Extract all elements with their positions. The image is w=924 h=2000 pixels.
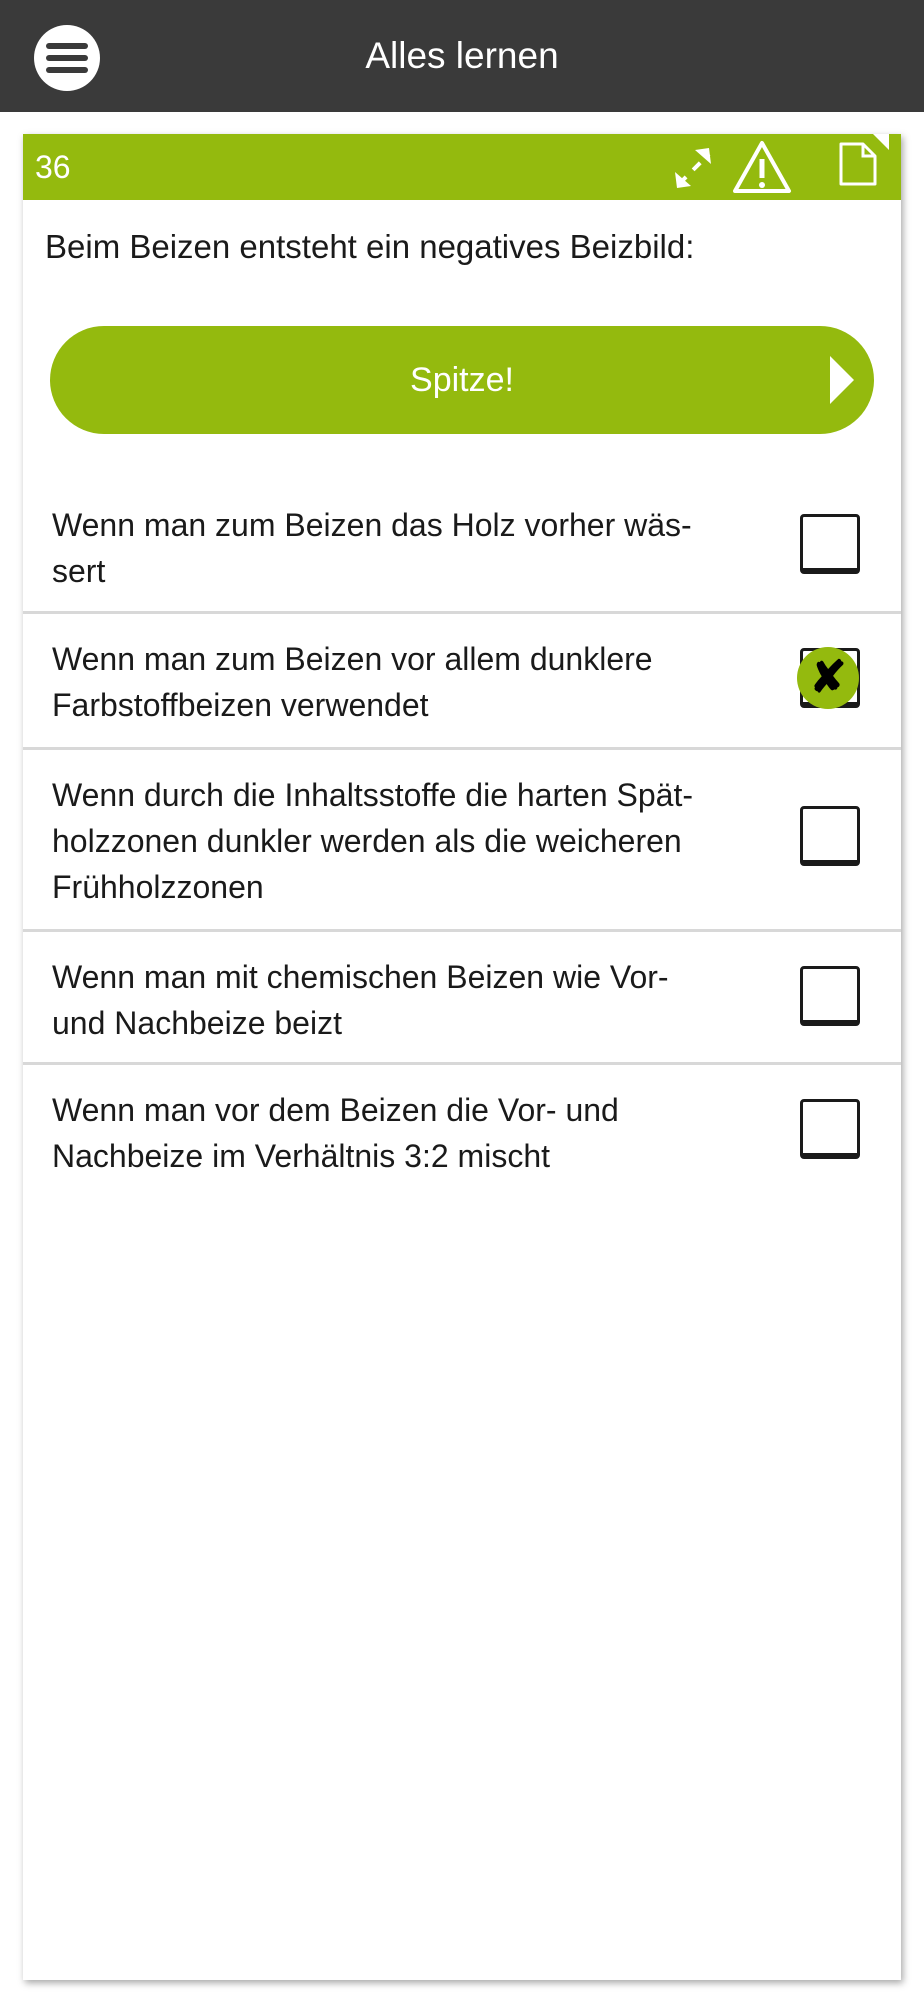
play-arrow-icon: [830, 356, 854, 404]
answer-checkbox[interactable]: [800, 806, 860, 866]
answer-option-text: Wenn durch die Inhaltsstoffe die harten …: [52, 777, 693, 905]
answer-checkbox[interactable]: [800, 966, 860, 1026]
warning-icon[interactable]: [731, 134, 793, 200]
top-app-bar: Alles lernen: [0, 0, 924, 112]
answer-checkbox[interactable]: [800, 514, 860, 574]
card-header: 36: [23, 134, 901, 200]
answer-option-text: Wenn man zum Beizen vor allem dunklere F…: [52, 641, 653, 723]
question-text: Beim Beizen entsteht ein negatives Beizb…: [45, 228, 695, 265]
hamburger-menu-icon[interactable]: [34, 25, 100, 91]
page-title: Alles lernen: [365, 35, 559, 76]
answer-option-4[interactable]: Wenn man mit chemischen Beizen wie Vor- …: [23, 932, 901, 1062]
question-number: 36: [35, 149, 71, 185]
answer-option-2[interactable]: Wenn man zum Beizen vor allem dunklere F…: [23, 614, 901, 744]
answer-option-3[interactable]: Wenn durch die Inhaltsstoffe die harten …: [23, 750, 901, 922]
next-button[interactable]: Spitze!: [50, 326, 874, 434]
question-card: 36 Beim Beizen entsteht ein negatives Be…: [23, 134, 901, 1980]
expand-icon[interactable]: [669, 134, 719, 200]
answer-checkbox[interactable]: [800, 1099, 860, 1159]
document-icon[interactable]: [833, 134, 889, 200]
answer-checkbox-checked[interactable]: ✘: [797, 647, 860, 709]
next-button-label: Spitze!: [410, 361, 514, 399]
wrong-mark-icon: ✘: [797, 647, 859, 709]
answer-option-text: Wenn man vor dem Beizen die Vor- und Nac…: [52, 1092, 619, 1174]
answer-option-1[interactable]: Wenn man zum Beizen das Holz vorher wäs-…: [23, 480, 901, 604]
answer-option-5[interactable]: Wenn man vor dem Beizen die Vor- und Nac…: [23, 1065, 901, 1195]
answer-option-text: Wenn man mit chemischen Beizen wie Vor- …: [52, 959, 669, 1041]
answer-option-text: Wenn man zum Beizen das Holz vorher wäs-…: [52, 507, 692, 589]
